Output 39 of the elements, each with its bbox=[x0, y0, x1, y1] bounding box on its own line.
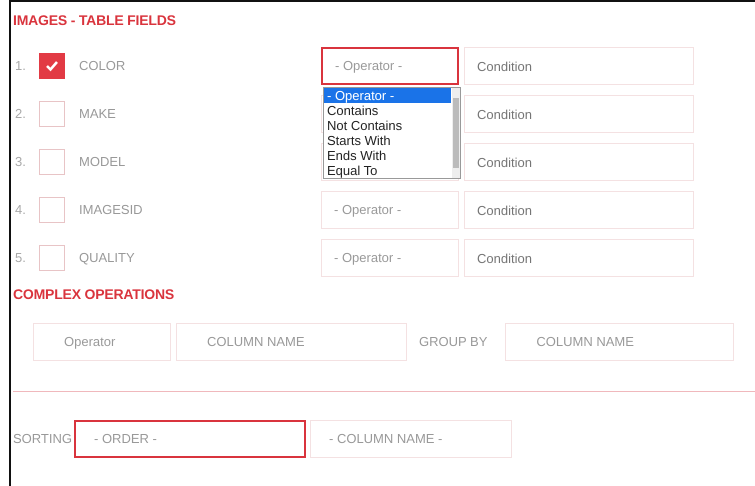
order-select[interactable]: - ORDER - bbox=[74, 420, 306, 458]
check-icon bbox=[45, 60, 59, 72]
checkbox[interactable] bbox=[39, 197, 65, 223]
dropdown-option[interactable]: Starts With bbox=[324, 133, 451, 148]
dropdown-option[interactable]: Contains bbox=[324, 103, 451, 118]
operator-select[interactable]: - Operator - bbox=[321, 239, 459, 277]
checkbox[interactable] bbox=[39, 245, 65, 271]
column-select[interactable]: - COLUMN NAME - bbox=[310, 420, 512, 458]
field-label: COLOR bbox=[79, 57, 126, 76]
field-label: MODEL bbox=[79, 153, 126, 172]
field-label: QUALITY bbox=[79, 249, 136, 268]
condition-field[interactable]: Condition bbox=[464, 143, 694, 181]
row-number: 5. bbox=[15, 249, 27, 268]
dropdown-option[interactable]: - Operator - bbox=[324, 88, 451, 103]
dropdown-option[interactable]: Ends With bbox=[324, 148, 451, 163]
operator-select[interactable]: - Operator - bbox=[321, 191, 459, 229]
dropdown-option[interactable]: Not Contains bbox=[324, 118, 451, 133]
condition-field[interactable]: Condition bbox=[464, 95, 694, 133]
field-label: IMAGESID bbox=[79, 201, 144, 220]
sorting-label: SORTING bbox=[13, 430, 72, 448]
condition-field[interactable]: Condition bbox=[464, 239, 694, 277]
row-number: 3. bbox=[15, 153, 27, 172]
group-by-label: GROUP BY bbox=[419, 333, 488, 352]
section-heading: COMPLEX OPERATIONS bbox=[13, 285, 176, 304]
row-number: 4. bbox=[15, 201, 27, 220]
dropdown-option[interactable]: Equal To bbox=[324, 163, 451, 178]
checkbox[interactable] bbox=[39, 149, 65, 175]
operator-select[interactable]: Operator bbox=[33, 323, 171, 361]
condition-field[interactable]: Condition bbox=[464, 191, 694, 229]
row-number: 1. bbox=[15, 57, 27, 76]
row-number: 2. bbox=[15, 105, 27, 124]
section-heading: IMAGES - TABLE FIELDS bbox=[13, 11, 177, 30]
field-label: MAKE bbox=[79, 105, 117, 124]
checkbox[interactable] bbox=[39, 53, 65, 79]
column-select[interactable]: COLUMN NAME bbox=[176, 323, 407, 361]
column-select[interactable]: COLUMN NAME bbox=[505, 323, 734, 361]
scrollbar[interactable] bbox=[452, 88, 460, 178]
condition-field[interactable]: Condition bbox=[464, 47, 694, 85]
checkbox[interactable] bbox=[39, 101, 65, 127]
